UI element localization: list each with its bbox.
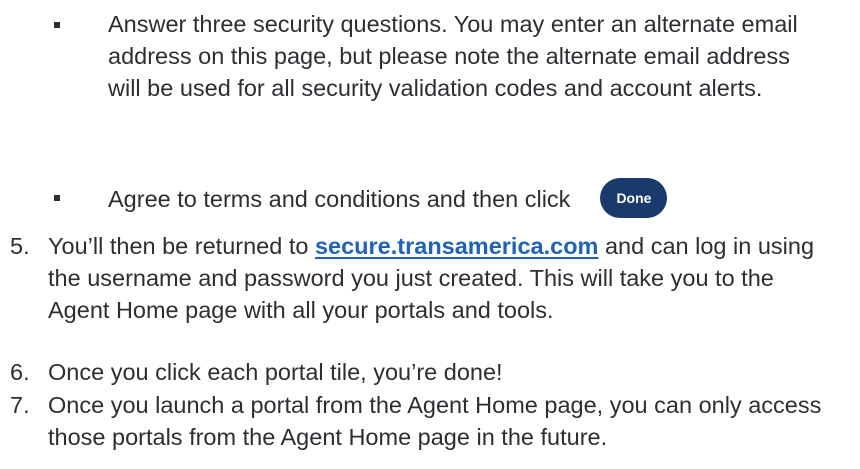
- step-number: 6.: [10, 359, 30, 385]
- bullet-text: Agree to terms and conditions and then c…: [108, 186, 571, 213]
- bullet-text: Answer three security questions. You may…: [108, 11, 798, 101]
- step-number: 5.: [10, 233, 30, 259]
- step-text-before: You’ll then be returned to: [48, 233, 315, 259]
- done-button[interactable]: Done: [600, 178, 668, 218]
- instructions-page: Answer three security questions. You may…: [0, 0, 860, 469]
- bullet-square-icon: [54, 195, 60, 201]
- secure-transamerica-link[interactable]: secure.transamerica.com: [315, 233, 598, 259]
- step-number: 7.: [10, 392, 30, 418]
- bullet-item-terms: Agree to terms and conditions and then c…: [54, 176, 844, 218]
- bullet-item-security-questions: Answer three security questions. You may…: [54, 8, 844, 136]
- bullet-text-with-button: Agree to terms and conditions and then c…: [108, 178, 798, 221]
- step-text: You’ll then be returned to secure.transa…: [48, 230, 838, 326]
- bullet-square-icon: [54, 22, 60, 28]
- step-text: Once you launch a portal from the Agent …: [48, 392, 822, 450]
- step-text: Once you click each portal tile, you’re …: [48, 359, 503, 385]
